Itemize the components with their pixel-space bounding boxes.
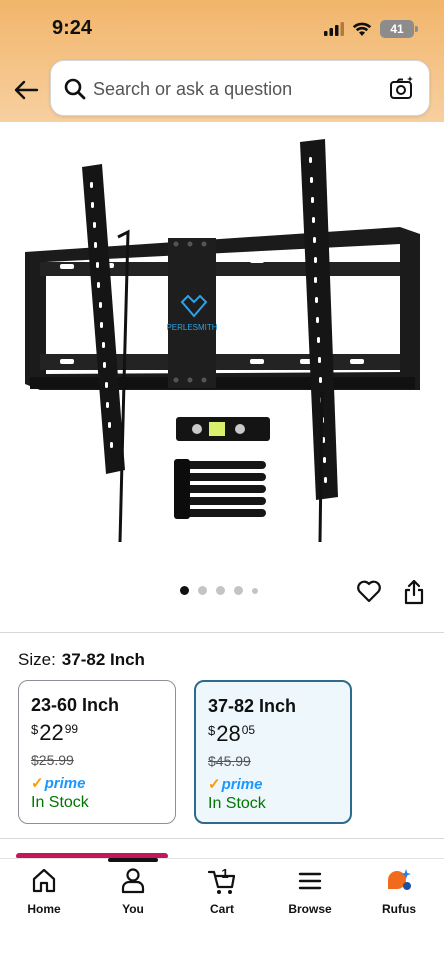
- size-option-price: $22 99: [31, 720, 79, 745]
- selected-size: 37-82 Inch: [61, 650, 145, 669]
- size-option-list-price: $45.99: [208, 753, 251, 769]
- nav-cart[interactable]: 1 Cart: [182, 866, 262, 916]
- search-bar[interactable]: [50, 60, 430, 116]
- heart-icon[interactable]: [356, 578, 382, 604]
- carousel-dot[interactable]: [180, 586, 189, 595]
- nav-home[interactable]: Home: [4, 866, 84, 916]
- product-image[interactable]: PERLESMITH: [0, 122, 444, 577]
- carousel-dots: [180, 586, 258, 595]
- battery-indicator: 41: [380, 20, 418, 38]
- cart-icon: 1: [207, 866, 236, 894]
- status-icons: 41: [324, 20, 418, 38]
- carousel-dot[interactable]: [216, 586, 225, 595]
- nav-rufus[interactable]: Rufus: [359, 866, 439, 916]
- carousel-dot[interactable]: [252, 587, 258, 594]
- rufus-icon: [388, 869, 411, 890]
- prime-badge: ✓ prime: [31, 774, 86, 793]
- section-divider: [0, 838, 444, 839]
- section-divider: [0, 632, 444, 633]
- status-time: 9:24: [52, 17, 93, 39]
- cable-ties: [174, 459, 266, 519]
- prime-check-icon: ✓: [208, 776, 221, 793]
- size-option-price: $28 05: [208, 721, 256, 746]
- wifi-icon: [352, 22, 372, 36]
- size-option-title: 23-60 Inch: [31, 695, 120, 715]
- size-option-37-82[interactable]: 37-82 Inch $28 05 $45.99 ✓ prime In Stock: [194, 680, 352, 824]
- nav-browse[interactable]: Browse: [270, 866, 350, 916]
- size-option-23-60[interactable]: 23-60 Inch $22 99 $25.99 ✓ prime In Stock: [18, 680, 176, 824]
- prime-check-icon: ✓: [31, 775, 44, 792]
- size-option-title: 37-82 Inch: [208, 696, 297, 716]
- search-input[interactable]: [93, 75, 383, 103]
- app-header: 9:24 41: [0, 0, 444, 122]
- person-icon: [121, 868, 145, 894]
- cart-count-badge: 1: [221, 866, 228, 881]
- home-indicator: [108, 858, 158, 862]
- size-label: Size: 37-82 Inch: [18, 650, 145, 669]
- search-icon: [64, 78, 86, 100]
- menu-icon: [298, 872, 322, 890]
- prime-badge: ✓ prime: [208, 775, 263, 794]
- back-arrow-icon[interactable]: [12, 76, 40, 104]
- carousel-dot[interactable]: [198, 586, 207, 595]
- brand-logo-text: PERLESMITH: [166, 323, 217, 332]
- carousel-dot[interactable]: [234, 586, 243, 595]
- home-icon: [32, 868, 56, 893]
- center-plate: PERLESMITH: [166, 238, 218, 388]
- share-icon[interactable]: [402, 578, 426, 606]
- bubble-level: [176, 417, 270, 441]
- stock-status: In Stock: [208, 795, 266, 812]
- mount-frame: [25, 227, 420, 390]
- stock-status: In Stock: [31, 794, 89, 811]
- signal-icon: [324, 22, 344, 36]
- size-option-list-price: $25.99: [31, 752, 74, 768]
- camera-lens-icon[interactable]: [389, 75, 415, 101]
- nav-you[interactable]: You: [93, 866, 173, 916]
